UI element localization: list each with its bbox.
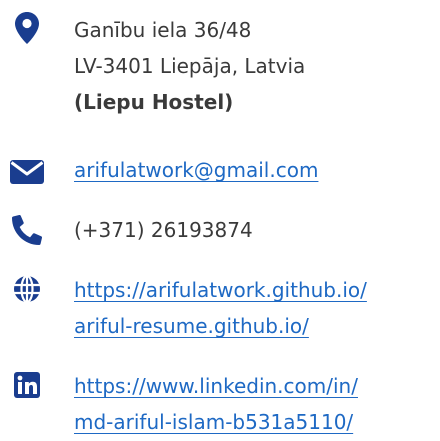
linkedin-icon bbox=[8, 372, 46, 398]
email-row: arifulatwork@gmail.com bbox=[0, 152, 440, 188]
globe-icon bbox=[8, 274, 46, 304]
linkedin-text: https://www.linkedin.com/in/ md-ariful-i… bbox=[74, 368, 440, 440]
phone-number: (+371) 26193874 bbox=[74, 218, 253, 242]
linkedin-row: https://www.linkedin.com/in/ md-ariful-i… bbox=[0, 368, 440, 440]
linkedin-link-line1[interactable]: https://www.linkedin.com/in/ bbox=[74, 368, 440, 404]
map-pin-icon bbox=[8, 12, 46, 44]
address-text: Ganību iela 36/48 LV-3401 Liepāja, Latvi… bbox=[74, 12, 440, 120]
phone-icon bbox=[8, 215, 46, 245]
contact-list: Ganību iela 36/48 LV-3401 Liepāja, Latvi… bbox=[0, 0, 440, 441]
email-link[interactable]: arifulatwork@gmail.com bbox=[74, 152, 440, 188]
website-row: https://arifulatwork.github.io/ ariful-r… bbox=[0, 272, 440, 344]
website-text: https://arifulatwork.github.io/ ariful-r… bbox=[74, 272, 440, 344]
address-line-city: LV-3401 Liepāja, Latvia bbox=[74, 54, 306, 78]
phone-row: (+371) 26193874 bbox=[0, 212, 440, 248]
email-text: arifulatwork@gmail.com bbox=[74, 152, 440, 188]
address-line-street: Ganību iela 36/48 bbox=[74, 18, 252, 42]
address-line-hostel: (Liepu Hostel) bbox=[74, 90, 234, 114]
linkedin-link-line2[interactable]: md-ariful-islam-b531a5110/ bbox=[74, 404, 440, 440]
envelope-icon bbox=[8, 160, 46, 184]
website-link-line2[interactable]: ariful-resume.github.io/ bbox=[74, 308, 440, 344]
phone-text: (+371) 26193874 bbox=[74, 212, 440, 248]
address-row: Ganību iela 36/48 LV-3401 Liepāja, Latvi… bbox=[0, 0, 440, 140]
website-link-line1[interactable]: https://arifulatwork.github.io/ bbox=[74, 272, 440, 308]
